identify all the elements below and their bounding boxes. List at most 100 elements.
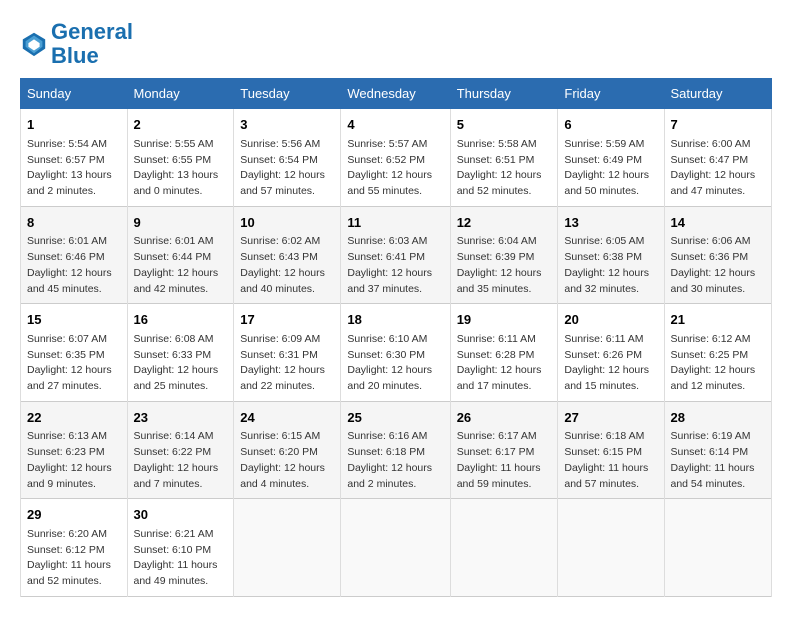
day-number: 23 xyxy=(134,408,228,428)
day-info: Sunrise: 6:11 AMSunset: 6:28 PMDaylight:… xyxy=(457,332,552,395)
day-info: Sunrise: 6:15 AMSunset: 6:20 PMDaylight:… xyxy=(240,429,334,492)
day-info: Sunrise: 6:16 AMSunset: 6:18 PMDaylight:… xyxy=(347,429,443,492)
calendar-cell: 20Sunrise: 6:11 AMSunset: 6:26 PMDayligh… xyxy=(558,304,664,402)
calendar-cell: 1Sunrise: 5:54 AMSunset: 6:57 PMDaylight… xyxy=(21,109,128,207)
day-number: 30 xyxy=(134,505,228,525)
logo: General Blue xyxy=(20,20,133,68)
day-number: 1 xyxy=(27,115,121,135)
day-info: Sunrise: 6:13 AMSunset: 6:23 PMDaylight:… xyxy=(27,429,121,492)
day-number: 29 xyxy=(27,505,121,525)
calendar-cell: 4Sunrise: 5:57 AMSunset: 6:52 PMDaylight… xyxy=(341,109,450,207)
calendar-cell: 21Sunrise: 6:12 AMSunset: 6:25 PMDayligh… xyxy=(664,304,772,402)
day-number: 26 xyxy=(457,408,552,428)
calendar-header-row: SundayMondayTuesdayWednesdayThursdayFrid… xyxy=(21,79,772,109)
day-info: Sunrise: 6:11 AMSunset: 6:26 PMDaylight:… xyxy=(564,332,657,395)
day-info: Sunrise: 5:55 AMSunset: 6:55 PMDaylight:… xyxy=(134,137,228,200)
day-info: Sunrise: 6:03 AMSunset: 6:41 PMDaylight:… xyxy=(347,234,443,297)
day-info: Sunrise: 6:12 AMSunset: 6:25 PMDaylight:… xyxy=(671,332,766,395)
header-sunday: Sunday xyxy=(21,79,128,109)
calendar-cell: 13Sunrise: 6:05 AMSunset: 6:38 PMDayligh… xyxy=(558,206,664,304)
day-number: 10 xyxy=(240,213,334,233)
logo-icon xyxy=(20,30,48,58)
week-row-3: 15Sunrise: 6:07 AMSunset: 6:35 PMDayligh… xyxy=(21,304,772,402)
calendar-cell xyxy=(341,499,450,597)
calendar-cell xyxy=(234,499,341,597)
header-saturday: Saturday xyxy=(664,79,772,109)
week-row-4: 22Sunrise: 6:13 AMSunset: 6:23 PMDayligh… xyxy=(21,401,772,499)
day-number: 7 xyxy=(671,115,766,135)
calendar-cell: 19Sunrise: 6:11 AMSunset: 6:28 PMDayligh… xyxy=(450,304,558,402)
calendar-cell: 14Sunrise: 6:06 AMSunset: 6:36 PMDayligh… xyxy=(664,206,772,304)
calendar-cell: 18Sunrise: 6:10 AMSunset: 6:30 PMDayligh… xyxy=(341,304,450,402)
page-header: General Blue xyxy=(20,20,772,68)
day-info: Sunrise: 6:00 AMSunset: 6:47 PMDaylight:… xyxy=(671,137,766,200)
calendar-cell xyxy=(558,499,664,597)
calendar-cell: 9Sunrise: 6:01 AMSunset: 6:44 PMDaylight… xyxy=(127,206,234,304)
day-number: 21 xyxy=(671,310,766,330)
day-info: Sunrise: 6:07 AMSunset: 6:35 PMDaylight:… xyxy=(27,332,121,395)
day-info: Sunrise: 6:02 AMSunset: 6:43 PMDaylight:… xyxy=(240,234,334,297)
day-info: Sunrise: 6:21 AMSunset: 6:10 PMDaylight:… xyxy=(134,527,228,590)
calendar-cell: 17Sunrise: 6:09 AMSunset: 6:31 PMDayligh… xyxy=(234,304,341,402)
day-number: 24 xyxy=(240,408,334,428)
calendar-cell: 11Sunrise: 6:03 AMSunset: 6:41 PMDayligh… xyxy=(341,206,450,304)
day-number: 16 xyxy=(134,310,228,330)
day-info: Sunrise: 6:01 AMSunset: 6:46 PMDaylight:… xyxy=(27,234,121,297)
day-info: Sunrise: 6:06 AMSunset: 6:36 PMDaylight:… xyxy=(671,234,766,297)
day-number: 8 xyxy=(27,213,121,233)
calendar-cell: 26Sunrise: 6:17 AMSunset: 6:17 PMDayligh… xyxy=(450,401,558,499)
day-info: Sunrise: 6:08 AMSunset: 6:33 PMDaylight:… xyxy=(134,332,228,395)
day-number: 20 xyxy=(564,310,657,330)
calendar-cell: 10Sunrise: 6:02 AMSunset: 6:43 PMDayligh… xyxy=(234,206,341,304)
calendar-cell: 29Sunrise: 6:20 AMSunset: 6:12 PMDayligh… xyxy=(21,499,128,597)
day-number: 28 xyxy=(671,408,766,428)
day-number: 17 xyxy=(240,310,334,330)
day-info: Sunrise: 6:14 AMSunset: 6:22 PMDaylight:… xyxy=(134,429,228,492)
header-friday: Friday xyxy=(558,79,664,109)
header-tuesday: Tuesday xyxy=(234,79,341,109)
day-info: Sunrise: 5:56 AMSunset: 6:54 PMDaylight:… xyxy=(240,137,334,200)
calendar-cell: 12Sunrise: 6:04 AMSunset: 6:39 PMDayligh… xyxy=(450,206,558,304)
day-info: Sunrise: 6:20 AMSunset: 6:12 PMDaylight:… xyxy=(27,527,121,590)
day-info: Sunrise: 6:10 AMSunset: 6:30 PMDaylight:… xyxy=(347,332,443,395)
calendar-table: SundayMondayTuesdayWednesdayThursdayFrid… xyxy=(20,78,772,597)
day-number: 6 xyxy=(564,115,657,135)
day-info: Sunrise: 6:19 AMSunset: 6:14 PMDaylight:… xyxy=(671,429,766,492)
calendar-cell: 7Sunrise: 6:00 AMSunset: 6:47 PMDaylight… xyxy=(664,109,772,207)
day-number: 13 xyxy=(564,213,657,233)
calendar-cell: 2Sunrise: 5:55 AMSunset: 6:55 PMDaylight… xyxy=(127,109,234,207)
week-row-5: 29Sunrise: 6:20 AMSunset: 6:12 PMDayligh… xyxy=(21,499,772,597)
day-number: 9 xyxy=(134,213,228,233)
day-info: Sunrise: 6:01 AMSunset: 6:44 PMDaylight:… xyxy=(134,234,228,297)
day-number: 18 xyxy=(347,310,443,330)
calendar-cell: 3Sunrise: 5:56 AMSunset: 6:54 PMDaylight… xyxy=(234,109,341,207)
day-info: Sunrise: 5:54 AMSunset: 6:57 PMDaylight:… xyxy=(27,137,121,200)
calendar-cell: 27Sunrise: 6:18 AMSunset: 6:15 PMDayligh… xyxy=(558,401,664,499)
day-info: Sunrise: 6:04 AMSunset: 6:39 PMDaylight:… xyxy=(457,234,552,297)
day-number: 15 xyxy=(27,310,121,330)
day-number: 4 xyxy=(347,115,443,135)
calendar-cell xyxy=(664,499,772,597)
calendar-cell: 16Sunrise: 6:08 AMSunset: 6:33 PMDayligh… xyxy=(127,304,234,402)
day-info: Sunrise: 5:59 AMSunset: 6:49 PMDaylight:… xyxy=(564,137,657,200)
calendar-cell: 24Sunrise: 6:15 AMSunset: 6:20 PMDayligh… xyxy=(234,401,341,499)
calendar-cell: 6Sunrise: 5:59 AMSunset: 6:49 PMDaylight… xyxy=(558,109,664,207)
calendar-cell: 15Sunrise: 6:07 AMSunset: 6:35 PMDayligh… xyxy=(21,304,128,402)
header-thursday: Thursday xyxy=(450,79,558,109)
calendar-cell: 8Sunrise: 6:01 AMSunset: 6:46 PMDaylight… xyxy=(21,206,128,304)
header-monday: Monday xyxy=(127,79,234,109)
calendar-cell: 25Sunrise: 6:16 AMSunset: 6:18 PMDayligh… xyxy=(341,401,450,499)
day-info: Sunrise: 6:18 AMSunset: 6:15 PMDaylight:… xyxy=(564,429,657,492)
day-number: 27 xyxy=(564,408,657,428)
calendar-cell: 5Sunrise: 5:58 AMSunset: 6:51 PMDaylight… xyxy=(450,109,558,207)
day-info: Sunrise: 6:17 AMSunset: 6:17 PMDaylight:… xyxy=(457,429,552,492)
day-number: 12 xyxy=(457,213,552,233)
day-number: 14 xyxy=(671,213,766,233)
day-number: 5 xyxy=(457,115,552,135)
day-info: Sunrise: 5:58 AMSunset: 6:51 PMDaylight:… xyxy=(457,137,552,200)
day-info: Sunrise: 6:09 AMSunset: 6:31 PMDaylight:… xyxy=(240,332,334,395)
day-number: 25 xyxy=(347,408,443,428)
calendar-cell: 22Sunrise: 6:13 AMSunset: 6:23 PMDayligh… xyxy=(21,401,128,499)
calendar-cell: 30Sunrise: 6:21 AMSunset: 6:10 PMDayligh… xyxy=(127,499,234,597)
day-number: 2 xyxy=(134,115,228,135)
